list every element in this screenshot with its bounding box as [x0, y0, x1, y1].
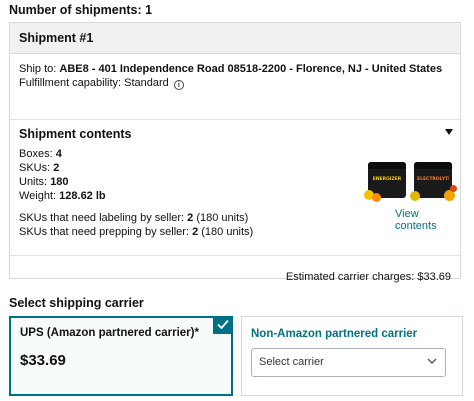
chevron-down-icon: [427, 358, 437, 364]
fruit-decoration: [410, 191, 420, 201]
fruit-decoration: [450, 185, 457, 192]
labeling-label: SKUs that need labeling by seller:: [19, 212, 185, 224]
shipments-count: Number of shipments: 1: [9, 3, 153, 17]
fulfillment-line: Fulfillment capability: Standard i: [19, 76, 451, 90]
product-2-label: ELECTROLYTES: [417, 177, 449, 182]
ship-to-line: Ship to: ABE8 - 401 Independence Road 08…: [19, 62, 451, 76]
non-amazon-carrier-name: Non-Amazon partnered carrier: [251, 328, 418, 340]
carrier-select-value: Select carrier: [259, 356, 324, 368]
skus-label: SKUs:: [19, 162, 51, 174]
ups-carrier-price: $33.69: [20, 352, 66, 369]
ship-to-address: ABE8 - 401 Independence Road 08518-2200 …: [59, 63, 443, 75]
ups-carrier-option[interactable]: UPS (Amazon partnered carrier)* $33.69: [9, 316, 233, 396]
carrier-heading: Select shipping carrier: [9, 296, 144, 310]
prepping-label: SKUs that need prepping by seller:: [19, 226, 189, 238]
product-1-label: ENERGIZER: [372, 177, 402, 182]
units-label: Units:: [19, 176, 48, 188]
charges-section: Estimated carrier charges: $33.69: [10, 256, 460, 283]
ups-carrier-name: UPS (Amazon partnered carrier)*: [20, 327, 199, 339]
fulfillment-capability: Fulfillment capability: Standard: [19, 77, 169, 89]
labeling-line: SKUs that need labeling by seller: 2 (18…: [19, 211, 451, 225]
labeling-units: (180 units): [196, 212, 249, 224]
triangle-down-icon[interactable]: [445, 129, 453, 135]
info-icon[interactable]: i: [173, 80, 184, 90]
ship-to-section: Ship to: ABE8 - 401 Independence Road 08…: [10, 54, 460, 120]
contents-title: Shipment contents: [19, 127, 132, 141]
ship-to-label: Ship to:: [19, 63, 57, 75]
product-images: ENERGIZER ELECTROLYTES: [362, 158, 458, 204]
estimated-carrier-charges: Estimated carrier charges: $33.69: [285, 271, 451, 283]
shipment-panel: Shipment #1 Ship to: ABE8 - 401 Independ…: [9, 22, 461, 283]
prep-requirements: SKUs that need labeling by seller: 2 (18…: [19, 211, 451, 239]
labeling-value: 2: [187, 212, 194, 224]
skus-value: 2: [53, 162, 60, 174]
prepping-units: (180 units): [201, 226, 254, 238]
non-amazon-carrier-option[interactable]: Non-Amazon partnered carrier Select carr…: [241, 316, 463, 396]
fruit-decoration: [372, 193, 381, 202]
boxes-value: 4: [55, 148, 62, 160]
shipment-contents-section: Shipment contents Boxes: 4 SKUs: 2 Units…: [10, 120, 460, 256]
units-value: 180: [50, 176, 69, 188]
checkmark-icon: [213, 316, 233, 334]
view-contents-link[interactable]: View contents: [395, 208, 460, 232]
carrier-select[interactable]: Select carrier: [251, 348, 446, 377]
weight-value: 128.62 lb: [59, 190, 106, 202]
weight-label: Weight:: [19, 190, 57, 202]
prepping-value: 2: [192, 226, 199, 238]
prepping-line: SKUs that need prepping by seller: 2 (18…: [19, 225, 451, 239]
shipment-title: Shipment #1: [10, 23, 460, 54]
page: Number of shipments: 1 Shipment #1 Ship …: [0, 0, 474, 401]
boxes-label: Boxes:: [19, 148, 53, 160]
